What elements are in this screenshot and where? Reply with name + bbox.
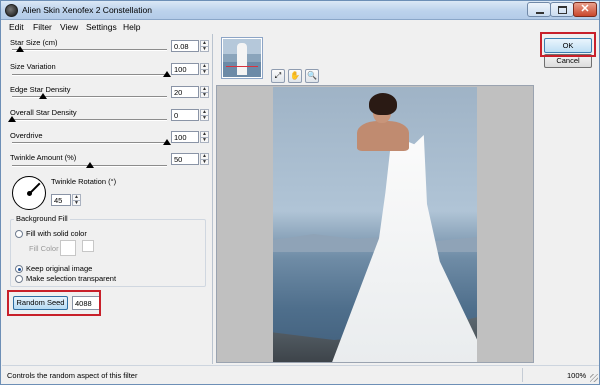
- make-selection-transparent-radio[interactable]: [15, 275, 23, 283]
- minimize-button[interactable]: [527, 2, 551, 17]
- preview-photo: [273, 87, 477, 362]
- overdrive-input[interactable]: 100: [171, 131, 199, 143]
- star-size-slider-thumb[interactable]: [15, 46, 24, 52]
- ok-button-highlight: [540, 32, 596, 57]
- background-fill-title: Background Fill: [14, 214, 70, 223]
- status-hint: Controls the random aspect of this filte…: [7, 371, 138, 380]
- zoom-fit-icon[interactable]: ⤢: [271, 69, 285, 83]
- overdrive-slider-thumb[interactable]: [163, 139, 171, 145]
- overall-star-density-label: Overall Star Density: [10, 108, 77, 117]
- close-button[interactable]: ✕: [573, 2, 597, 17]
- edge-star-density-slider-thumb[interactable]: [39, 93, 47, 99]
- twinkle-amount-input[interactable]: 50: [171, 153, 199, 165]
- spin-down-icon[interactable]: ▼: [201, 115, 208, 121]
- keep-original-image-label[interactable]: Keep original image: [26, 264, 92, 273]
- size-variation-input[interactable]: 100: [171, 63, 199, 75]
- size-variation-spinner[interactable]: ▲ ▼: [200, 63, 209, 75]
- status-bar: Controls the random aspect of this filte…: [2, 365, 599, 384]
- navigator-selection-indicator: [226, 66, 258, 67]
- navigator-thumbnail-image: [223, 39, 261, 77]
- fill-color-swatch-secondary[interactable]: [82, 240, 94, 252]
- maximize-icon: [558, 6, 567, 14]
- status-divider: [522, 368, 523, 382]
- twinkle-amount-slider-thumb[interactable]: [85, 162, 94, 168]
- zoom-tool-icon[interactable]: 🔍: [305, 69, 319, 83]
- close-icon: ✕: [580, 3, 590, 15]
- edge-star-density-spinner[interactable]: ▲ ▼: [200, 86, 209, 98]
- twinkle-rotation-input[interactable]: 45: [51, 194, 71, 206]
- spin-down-icon[interactable]: ▼: [201, 137, 208, 143]
- minimize-icon: [536, 12, 544, 14]
- fill-color-swatch[interactable]: [60, 240, 76, 256]
- overall-star-density-input[interactable]: 0: [171, 109, 199, 121]
- fill-solid-color-label[interactable]: Fill with solid color: [26, 229, 87, 238]
- maximize-button[interactable]: [550, 2, 574, 17]
- plugin-window: Alien Skin Xenofex 2 Constellation ✕ Edi…: [0, 0, 600, 385]
- photo-hair: [369, 93, 397, 115]
- star-size-slider-track[interactable]: [12, 49, 167, 51]
- star-size-spinner[interactable]: ▲ ▼: [200, 40, 209, 52]
- overdrive-label: Overdrive: [10, 131, 43, 140]
- star-size-input[interactable]: 0.08: [171, 40, 199, 52]
- photo-shoulders: [357, 121, 409, 151]
- random-seed-highlight: [7, 290, 101, 316]
- title-bar: Alien Skin Xenofex 2 Constellation ✕: [1, 1, 599, 20]
- edge-star-density-input[interactable]: 20: [171, 86, 199, 98]
- overdrive-spinner[interactable]: ▲ ▼: [200, 131, 209, 143]
- status-zoom-level: 100%: [567, 371, 587, 380]
- fill-color-label: Fill Color: [29, 244, 59, 253]
- menu-view[interactable]: View: [60, 22, 78, 32]
- menu-edit[interactable]: Edit: [9, 22, 24, 32]
- photo-mountains: [273, 234, 477, 252]
- menu-filter[interactable]: Filter: [33, 22, 52, 32]
- spin-down-icon[interactable]: ▼: [201, 92, 208, 98]
- hand-tool-icon[interactable]: ✋: [288, 69, 302, 83]
- twinkle-rotation-label: Twinkle Rotation (°): [51, 177, 117, 186]
- menu-bar: Edit Filter View Settings Help: [1, 20, 599, 34]
- overall-star-density-spinner[interactable]: ▲ ▼: [200, 109, 209, 121]
- twinkle-amount-label: Twinkle Amount (%): [10, 153, 77, 162]
- overall-star-density-slider-track[interactable]: [12, 119, 167, 121]
- twinkle-rotation-dial[interactable]: [12, 176, 46, 210]
- spin-down-icon[interactable]: ▼: [73, 200, 80, 206]
- navigator-thumbnail[interactable]: [221, 37, 263, 79]
- alien-skin-app-icon: [5, 4, 18, 17]
- spin-down-icon[interactable]: ▼: [201, 69, 208, 75]
- spin-down-icon[interactable]: ▼: [201, 46, 208, 52]
- overall-star-density-slider-thumb[interactable]: [8, 116, 16, 122]
- menu-help[interactable]: Help: [123, 22, 140, 32]
- spin-down-icon[interactable]: ▼: [201, 159, 208, 165]
- size-variation-slider-track[interactable]: [12, 74, 167, 76]
- menu-settings[interactable]: Settings: [86, 22, 117, 32]
- fill-solid-color-radio[interactable]: [15, 230, 23, 238]
- window-title: Alien Skin Xenofex 2 Constellation: [22, 5, 152, 15]
- keep-original-image-radio[interactable]: [15, 265, 23, 273]
- preview-area[interactable]: [216, 85, 534, 363]
- make-selection-transparent-label[interactable]: Make selection transparent: [26, 274, 116, 283]
- dial-center-icon: [27, 191, 32, 196]
- twinkle-amount-spinner[interactable]: ▲ ▼: [200, 153, 209, 165]
- size-variation-label: Size Variation: [10, 62, 56, 71]
- twinkle-rotation-spinner[interactable]: ▲ ▼: [72, 194, 81, 206]
- resize-grip-icon[interactable]: [590, 374, 598, 382]
- edge-star-density-slider-track[interactable]: [12, 96, 167, 98]
- overdrive-slider-track[interactable]: [12, 142, 167, 144]
- size-variation-slider-thumb[interactable]: [163, 71, 171, 77]
